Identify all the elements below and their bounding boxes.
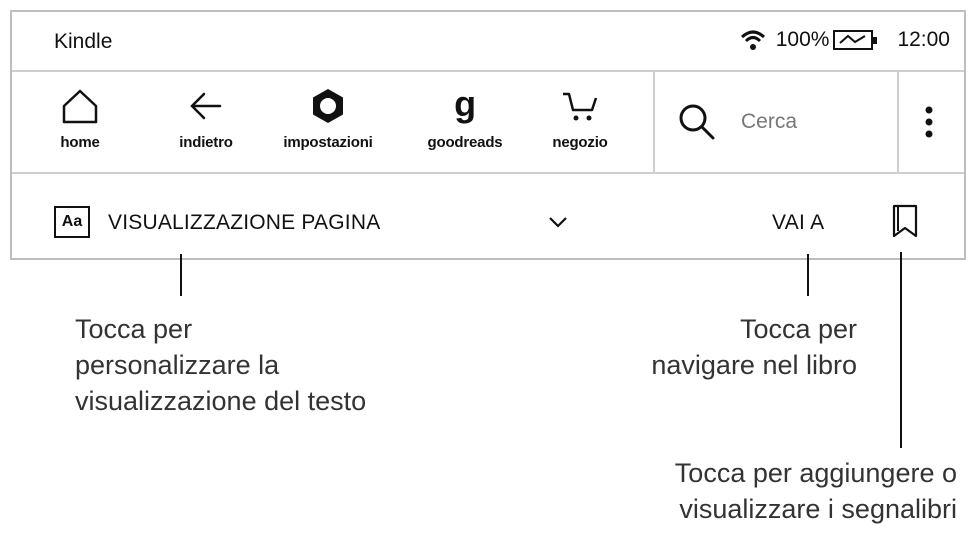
svg-text:g: g (454, 86, 476, 124)
goodreads-g-icon: g (454, 86, 476, 124)
search-area[interactable] (655, 72, 897, 172)
chevron-down-icon[interactable] (548, 216, 568, 228)
search-icon[interactable] (677, 102, 717, 142)
back-label: indietro (179, 134, 233, 151)
font-settings-button[interactable]: Aa (54, 206, 90, 238)
more-options-button[interactable] (894, 72, 964, 172)
callout-line: Tocca per (75, 314, 193, 344)
search-input[interactable] (739, 109, 893, 135)
status-indicators: 100% 12:00 (740, 28, 950, 52)
battery-percent: 100% (775, 28, 830, 51)
callout-line: navigare nel libro (651, 350, 857, 380)
aa-icon: Aa (61, 213, 83, 230)
callout-text-view: Tocca per personalizzare la visualizzazi… (75, 311, 366, 419)
cart-icon (563, 92, 598, 121)
home-icon (62, 89, 98, 124)
status-bar: Kindle 100% 12:00 (12, 12, 964, 72)
more-vertical-icon (925, 106, 933, 138)
clock: 12:00 (897, 28, 950, 51)
callout-go-to: Tocca per navigare nel libro (651, 311, 857, 383)
callout-line-bookmarks (900, 252, 902, 448)
wifi-icon (740, 30, 765, 50)
callout-line: visualizzare i segnalibri (679, 494, 957, 524)
settings-button[interactable]: impostazioni (268, 86, 388, 151)
home-button[interactable]: home (50, 86, 110, 151)
settings-gear-icon (313, 89, 343, 123)
back-arrow-icon (190, 92, 222, 120)
go-to-button[interactable]: VAI A (772, 211, 824, 235)
callout-bookmarks: Tocca per aggiungere o visualizzare i se… (675, 455, 957, 527)
callout-line: Tocca per aggiungere o (674, 458, 957, 488)
back-button[interactable]: indietro (166, 86, 246, 151)
goodreads-button[interactable]: g goodreads (410, 86, 520, 151)
callout-line: personalizzare la (75, 350, 280, 380)
goodreads-label: goodreads (427, 134, 503, 151)
toolbar: home indietro impostazioni g goodreads n… (12, 72, 964, 174)
battery-indicator: 100% (775, 28, 878, 52)
bookmark-icon[interactable] (892, 204, 918, 238)
callout-line: visualizzazione del testo (75, 386, 367, 416)
store-label: negozio (552, 134, 608, 151)
reading-toolbar: Aa VISUALIZZAZIONE PAGINA VAI A (12, 174, 964, 260)
home-label: home (60, 134, 100, 151)
callout-line: Tocca per (739, 314, 857, 344)
settings-label: impostazioni (283, 134, 373, 151)
store-button[interactable]: negozio (540, 86, 620, 151)
page-view-button[interactable]: VISUALIZZAZIONE PAGINA (108, 211, 380, 235)
kindle-ui-frame: Kindle 100% 12:00 home indietro impostaz… (10, 10, 966, 260)
callout-line-go-to (807, 254, 809, 296)
callout-line-text-view (180, 254, 182, 296)
battery-charging-icon (833, 30, 878, 50)
device-title: Kindle (54, 30, 113, 53)
